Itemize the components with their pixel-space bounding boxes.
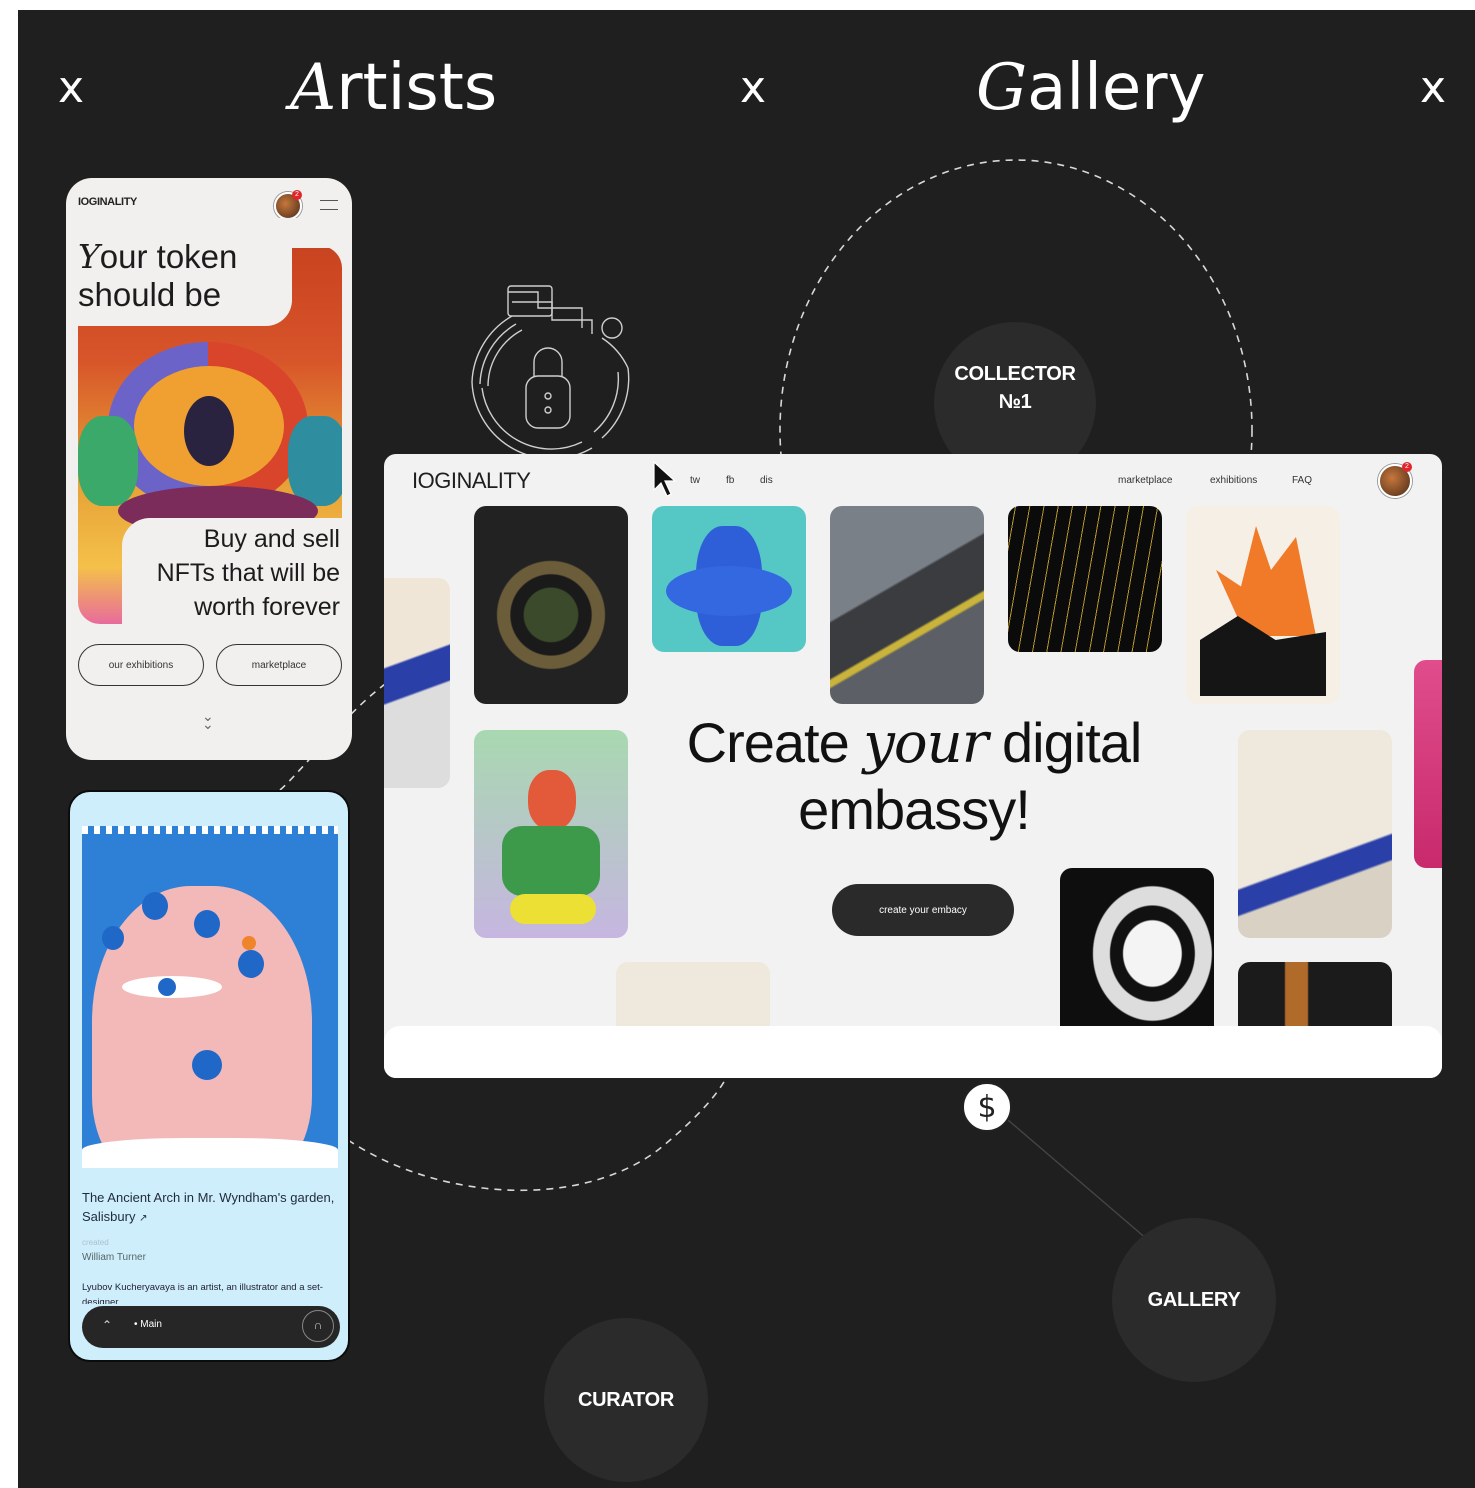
artwork-image [82,826,338,1168]
external-link-icon: ↗ [139,1213,148,1224]
art-tile-gold-lines[interactable] [1008,506,1162,652]
dollar-icon: $ [962,1082,1012,1132]
desktop-home-screen: IOGINALITY tw fb dis marketplace exhibit… [384,454,1442,1078]
gallery-node[interactable]: GALLERY [1112,1218,1276,1382]
artwork-title[interactable]: The Ancient Arch in Mr. Wyndham's garden… [82,1188,338,1228]
tagline-line1: Buy and sell [203,525,340,553]
bottom-nav-bar: ⌃ • Main ∩ [82,1306,340,1348]
headphones-icon[interactable]: ∩ [302,1310,334,1342]
headline-line1: our token [99,238,238,275]
headline-cap: Y [78,237,100,276]
art-tile-idol[interactable] [474,730,628,938]
gallery-cap: G [976,51,1028,125]
artists-rest: rtists [336,51,498,125]
art-tile-blue-figure[interactable] [652,506,806,652]
collector-line2: №1 [998,391,1032,413]
art-tile-left-collage[interactable] [384,578,450,788]
header-x-left: x [58,62,85,113]
cursor-icon [653,460,677,497]
header-x-right: x [1420,62,1447,113]
mobile-tagline: Buy and sell NFTs that will be worth for… [157,522,340,624]
artist-bio: Lyubov Kucheryavaya is an artist, an ill… [82,1282,323,1304]
header-gallery: Gallery [976,48,1205,128]
desktop-headline: Create your digital embassy! [624,710,1204,843]
headline-line2: should be [78,276,222,313]
bottom-nav-main[interactable]: • Main [134,1319,162,1330]
art-tile-burning-house[interactable] [1186,506,1340,704]
menu-icon[interactable] [320,200,338,210]
mobile-avatar-badge: 2 [292,190,302,200]
chevron-down-icon[interactable]: ⌄ ⌄ [202,709,214,731]
art-tile-pink-edge[interactable] [1414,660,1442,868]
tagline-line3: worth forever [194,593,340,621]
header-artists: Artists [290,48,497,128]
exhibitions-button[interactable]: our exhibitions [78,644,204,686]
artwork-title-text: The Ancient Arch in Mr. Wyndham's garden… [82,1190,335,1224]
art-tile-sketch-right[interactable] [1238,730,1392,938]
bottom-sheet [384,1026,1442,1078]
art-tile-tunnel[interactable] [474,506,628,704]
desktop-avatar-badge: 2 [1402,462,1412,472]
artists-cap: A [290,51,337,125]
artist-name[interactable]: William Turner [82,1252,146,1263]
gallery-rest: allery [1027,51,1206,125]
social-tw[interactable]: tw [690,475,700,486]
chevron-up-icon[interactable]: ⌃ [102,1318,112,1332]
desktop-logo[interactable]: IOGINALITY [412,468,531,494]
headline-your: your [863,711,988,776]
gallery-link [1007,1119,1149,1241]
collector-line1: COLLECTOR [954,363,1076,385]
headline-digital: digital [1002,711,1142,774]
canvas: x Artists x Gallery x COLLECTOR №1 GALLER… [18,10,1475,1488]
lock-icon [471,285,630,460]
headline-create: Create [686,711,850,774]
social-dis[interactable]: dis [760,475,773,486]
mobile-headline: Your token should be [78,238,237,314]
lower-orbit [347,1067,731,1192]
mobile-home-screen: IOGINALITY 2 Your token should be Buy an… [66,178,352,760]
mobile-artwork-screen: The Ancient Arch in Mr. Wyndham's garden… [68,790,350,1362]
nav-exhibitions[interactable]: exhibitions [1210,475,1257,486]
nav-marketplace[interactable]: marketplace [1118,475,1172,486]
created-label: created [82,1238,109,1247]
tagline-line2: NFTs that will be [156,559,340,587]
create-embassy-button[interactable]: create your embacy [832,884,1014,936]
curator-node[interactable]: CURATOR [544,1318,708,1482]
social-fb[interactable]: fb [726,475,734,486]
mobile-logo[interactable]: IOGINALITY [78,196,137,208]
art-tile-building[interactable] [830,506,984,704]
marketplace-button[interactable]: marketplace [216,644,342,686]
header-x-middle: x [740,62,767,113]
nav-faq[interactable]: FAQ [1292,475,1312,486]
headline-embassy: embassy! [798,778,1031,841]
